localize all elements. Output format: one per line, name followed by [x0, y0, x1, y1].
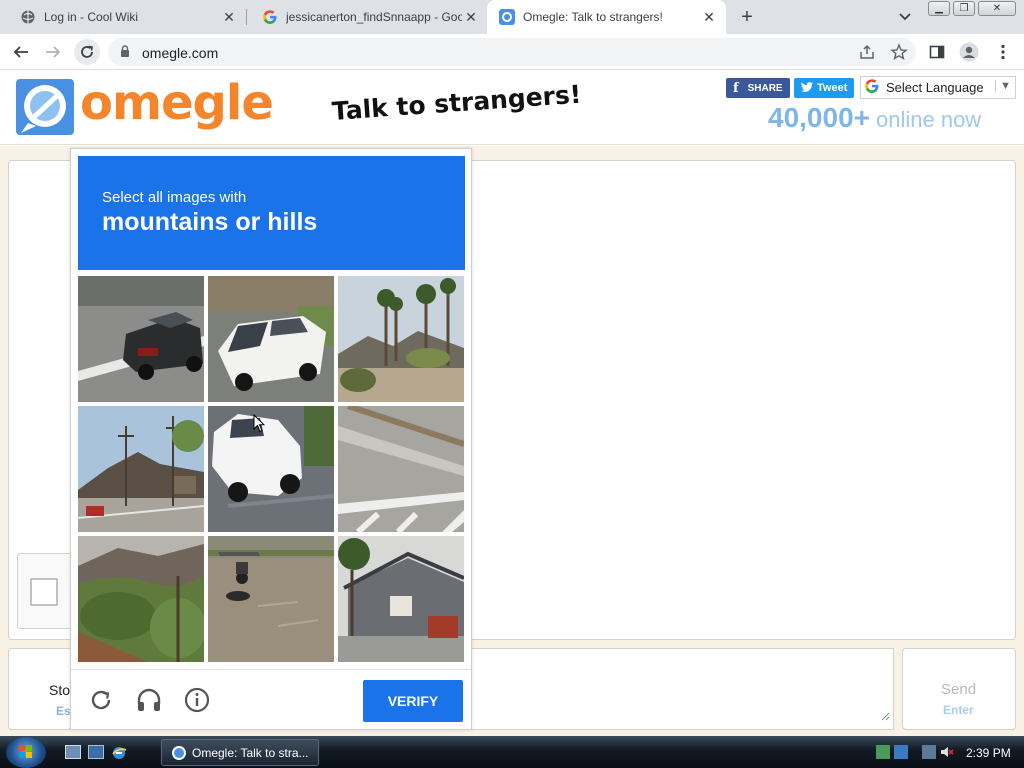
- bookmark-star-icon[interactable]: [890, 43, 908, 66]
- captcha-tile[interactable]: [338, 406, 464, 532]
- tab-title: jessicanerton_findSnnaapp - Goo: [286, 10, 462, 24]
- language-select-label: Select Language: [886, 80, 984, 95]
- google-icon: [864, 78, 880, 97]
- online-status: 40,000+ online now: [768, 102, 981, 134]
- share-icon[interactable]: [858, 43, 876, 66]
- omegle-icon: [499, 9, 515, 25]
- profile-avatar-icon[interactable]: [958, 41, 980, 63]
- internet-explorer-icon[interactable]: [111, 745, 127, 759]
- captcha-tile[interactable]: [338, 276, 464, 402]
- back-arrow-icon[interactable]: [10, 41, 32, 63]
- facebook-share-button[interactable]: f SHARE: [726, 78, 790, 98]
- reload-challenge-icon[interactable]: [86, 685, 116, 715]
- maximize-button[interactable]: ❐: [953, 1, 975, 16]
- omegle-logo-text[interactable]: omegle: [80, 75, 274, 131]
- facebook-icon: f: [733, 80, 739, 96]
- google-icon: [262, 9, 278, 25]
- omegle-logo-icon[interactable]: [16, 79, 74, 135]
- url-text: omegle.com: [142, 45, 219, 61]
- site-header: omegle Talk to strangers! f SHARE Tweet …: [0, 71, 1024, 145]
- send-shortcut: Enter: [943, 703, 974, 717]
- dropdown-arrow-icon: ▼: [995, 80, 1011, 92]
- tagline: Talk to strangers!: [330, 79, 583, 126]
- recaptcha-widget: [17, 553, 73, 629]
- clock[interactable]: 2:39 PM: [966, 746, 1011, 760]
- challenge-target: mountains or hills: [102, 208, 318, 236]
- recaptcha-challenge: Select all images with mountains or hill…: [70, 148, 472, 730]
- show-desktop-icon[interactable]: [65, 745, 81, 759]
- info-icon[interactable]: [182, 685, 212, 715]
- recaptcha-checkbox[interactable]: [30, 578, 58, 606]
- tab-search-chevron-icon[interactable]: [896, 8, 914, 26]
- taskbar-window-omegle[interactable]: Omegle: Talk to stra...: [161, 739, 319, 766]
- tab-title: Omegle: Talk to strangers!: [523, 10, 663, 24]
- captcha-tile[interactable]: [78, 536, 204, 662]
- globe-icon: [20, 9, 36, 25]
- close-tab-icon[interactable]: ✕: [220, 8, 238, 26]
- captcha-tile[interactable]: [338, 536, 464, 662]
- taskbar: Omegle: Talk to stra... 2:39 PM: [0, 736, 1024, 768]
- challenge-footer: VERIFY: [71, 669, 471, 731]
- chrome-icon: [172, 745, 186, 760]
- menu-kebab-icon[interactable]: [992, 41, 1014, 63]
- lock-icon: [120, 45, 130, 63]
- message-input[interactable]: [470, 648, 894, 730]
- close-tab-icon[interactable]: ✕: [700, 8, 718, 26]
- address-bar[interactable]: omegle.com: [108, 38, 916, 66]
- captcha-tile[interactable]: [208, 406, 334, 532]
- challenge-header: Select all images with mountains or hill…: [78, 156, 465, 270]
- online-label: online now: [876, 107, 982, 132]
- challenge-instruction: Select all images with: [102, 189, 247, 206]
- mouse-cursor-icon: [253, 413, 266, 438]
- browser-tab-strip: Log in - Cool Wiki ✕ jessicanerton_findS…: [0, 0, 1024, 34]
- close-window-button[interactable]: ✕: [978, 1, 1016, 16]
- online-count: 40,000+: [768, 102, 870, 133]
- tweet-label: Tweet: [817, 82, 848, 94]
- stop-label: Sto: [49, 682, 71, 698]
- reload-icon[interactable]: [74, 39, 100, 65]
- tab-google-search[interactable]: jessicanerton_findSnnaapp - Goo ✕: [242, 0, 488, 34]
- taskbar-window-label: Omegle: Talk to stra...: [192, 745, 309, 760]
- resize-handle-icon[interactable]: [881, 708, 890, 726]
- network-icon[interactable]: [922, 745, 936, 759]
- side-panel-icon[interactable]: [926, 41, 948, 63]
- new-tab-button[interactable]: +: [736, 6, 758, 28]
- tab-title: Log in - Cool Wiki: [44, 10, 139, 24]
- minimize-button[interactable]: ▁: [928, 1, 950, 16]
- captcha-tile[interactable]: [208, 536, 334, 662]
- tray-app-icon[interactable]: [876, 745, 890, 759]
- language-select[interactable]: Select Language ▼: [860, 76, 1016, 99]
- start-button[interactable]: [6, 737, 46, 768]
- stop-button[interactable]: Sto Esc: [8, 648, 77, 730]
- captcha-tile[interactable]: [78, 406, 204, 532]
- tab-cool-wiki[interactable]: Log in - Cool Wiki ✕: [0, 0, 246, 34]
- captcha-tile[interactable]: [78, 276, 204, 402]
- close-tab-icon[interactable]: ✕: [462, 8, 480, 26]
- send-button[interactable]: Send Enter: [902, 648, 1016, 730]
- browser-toolbar: omegle.com: [0, 34, 1024, 70]
- tray-app-icon[interactable]: [894, 745, 908, 759]
- volume-muted-icon[interactable]: [940, 745, 954, 759]
- send-label: Send: [941, 681, 977, 698]
- verify-button[interactable]: VERIFY: [363, 680, 463, 722]
- twitter-bird-icon: [801, 81, 813, 95]
- audio-challenge-headphones-icon[interactable]: [134, 685, 164, 715]
- captcha-tile[interactable]: [208, 276, 334, 402]
- tweet-button[interactable]: Tweet: [794, 78, 855, 98]
- switch-windows-icon[interactable]: [88, 745, 104, 759]
- share-label: SHARE: [747, 82, 783, 94]
- tab-omegle[interactable]: Omegle: Talk to strangers! ✕: [487, 0, 726, 34]
- forward-arrow-icon[interactable]: [42, 41, 64, 63]
